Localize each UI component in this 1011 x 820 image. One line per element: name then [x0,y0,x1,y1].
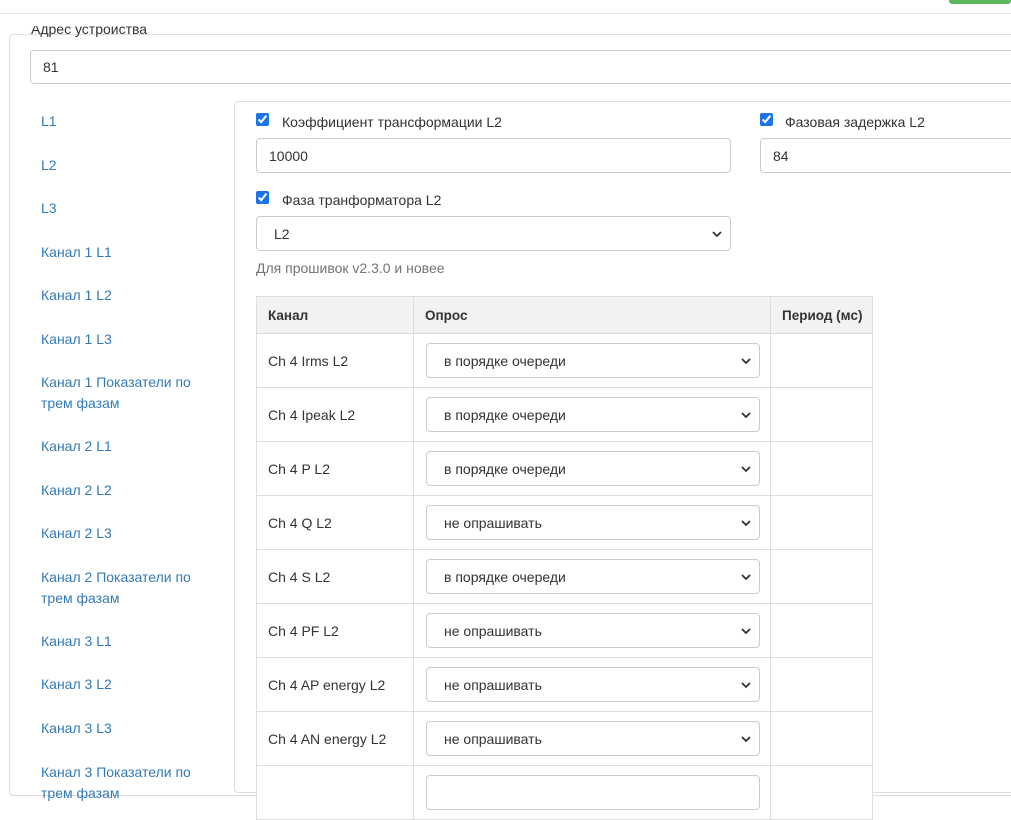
nav-item[interactable]: Канал 2 L1 [41,436,211,457]
delay-input[interactable] [760,138,1011,173]
table-row [256,765,873,820]
chevron-down-icon [741,574,751,581]
table-row: Ch 4 Q L2 не опрашивать [256,495,873,550]
nav-item[interactable]: Канал 1 L1 [41,242,211,263]
period-cell[interactable] [770,711,873,766]
poll-select[interactable]: не опрашивать [426,613,760,648]
nav-item[interactable]: Канал 3 L2 [41,674,211,695]
header-channel: Канал [256,296,414,334]
channel-name: Ch 4 Ipeak L2 [268,406,356,423]
poll-select-value: в порядке очереди [444,353,566,369]
phase-checkbox[interactable] [256,191,269,204]
channel-name: Ch 4 AN energy L2 [268,730,387,747]
chevron-down-icon [741,466,751,473]
channel-name: Ch 4 S L2 [268,568,331,585]
header-poll: Опрос [413,296,771,334]
phase-label: Фаза транформатора L2 [282,192,442,208]
chevron-down-icon [741,412,751,419]
firmware-help-text: Для прошивок v2.3.0 и новее [256,260,445,276]
channel-name [257,785,268,801]
nav-item[interactable]: L1 [41,111,211,132]
period-cell[interactable] [770,765,873,820]
nav-item[interactable]: Канал 2 Показатели по трем фазам [41,567,211,608]
table-header-row: Канал Опрос Период (мс) [256,296,873,334]
poll-select[interactable]: в порядке очереди [426,559,760,594]
chevron-down-icon [741,628,751,635]
poll-select[interactable]: не опрашивать [426,667,760,702]
channel-name: Ch 4 P L2 [268,460,331,477]
table-row: Ch 4 Irms L2 в порядке очереди [256,333,873,388]
nav-item[interactable]: Канал 3 Показатели по трем фазам [41,762,211,803]
device-address-input[interactable] [30,50,1011,84]
chevron-down-icon [712,231,722,238]
delay-checkbox[interactable] [760,113,773,126]
phase-select[interactable]: L2 [256,216,731,251]
period-cell[interactable] [770,657,873,712]
poll-select-value: не опрашивать [444,731,542,747]
ratio-label: Коэффициент трансформации L2 [282,114,502,130]
channel-name: Ch 4 Q L2 [268,514,332,531]
channel-name: Ch 4 AP energy L2 [268,676,386,693]
ratio-checkbox[interactable] [256,113,269,126]
nav-item[interactable]: Канал 2 L2 [41,480,211,501]
table-row: Ch 4 AN energy L2 не опрашивать [256,711,873,766]
table-row: Ch 4 AP energy L2 не опрашивать [256,657,873,712]
chevron-down-icon [741,682,751,689]
nav-item[interactable]: L3 [41,198,211,219]
poll-select[interactable]: в порядке очереди [426,451,760,486]
poll-select-value: не опрашивать [444,623,542,639]
channel-name: Ch 4 PF L2 [268,622,339,639]
phase-select-value: L2 [274,226,290,242]
nav-item[interactable]: Канал 2 L3 [41,523,211,544]
device-address-label: Адрес устройства [31,26,148,37]
period-cell[interactable] [770,333,873,388]
nav-item[interactable]: Канал 1 L2 [41,285,211,306]
save-button[interactable] [949,0,1011,4]
poll-select-value: в порядке очереди [444,569,566,585]
poll-select-value: не опрашивать [444,677,542,693]
delay-label: Фазовая задержка L2 [785,114,925,130]
nav-item[interactable]: L2 [41,155,211,176]
chevron-down-icon [741,520,751,527]
period-cell[interactable] [770,387,873,442]
table-row: Ch 4 Ipeak L2 в порядке очереди [256,387,873,442]
nav-item[interactable]: Канал 3 L1 [41,631,211,652]
table-row: Ch 4 P L2 в порядке очереди [256,441,873,496]
poll-select-value: в порядке очереди [444,407,566,423]
channel-poll-table: Канал Опрос Период (мс) Ch 4 Irms L2 в п… [256,296,873,820]
poll-select[interactable]: в порядке очереди [426,343,760,378]
table-row: Ch 4 PF L2 не опрашивать [256,603,873,658]
period-cell[interactable] [770,441,873,496]
top-bar [0,0,1011,14]
poll-select[interactable]: не опрашивать [426,721,760,756]
chevron-down-icon [741,358,751,365]
table-row: Ch 4 S L2 в порядке очереди [256,549,873,604]
header-period: Период (мс) [770,296,873,334]
period-cell[interactable] [770,549,873,604]
poll-select[interactable]: не опрашивать [426,505,760,540]
poll-select-value: в порядке очереди [444,461,566,477]
period-cell[interactable] [770,603,873,658]
channel-name: Ch 4 Irms L2 [268,352,349,369]
poll-select[interactable] [426,775,760,810]
nav-item[interactable]: Канал 3 L3 [41,718,211,739]
period-cell[interactable] [770,495,873,550]
poll-select[interactable]: в порядке очереди [426,397,760,432]
nav-item[interactable]: Канал 1 Показатели по трем фазам [41,372,211,413]
poll-select-value: не опрашивать [444,515,542,531]
chevron-down-icon [741,736,751,743]
ratio-input[interactable] [256,138,731,173]
nav-item[interactable]: Канал 1 L3 [41,329,211,350]
